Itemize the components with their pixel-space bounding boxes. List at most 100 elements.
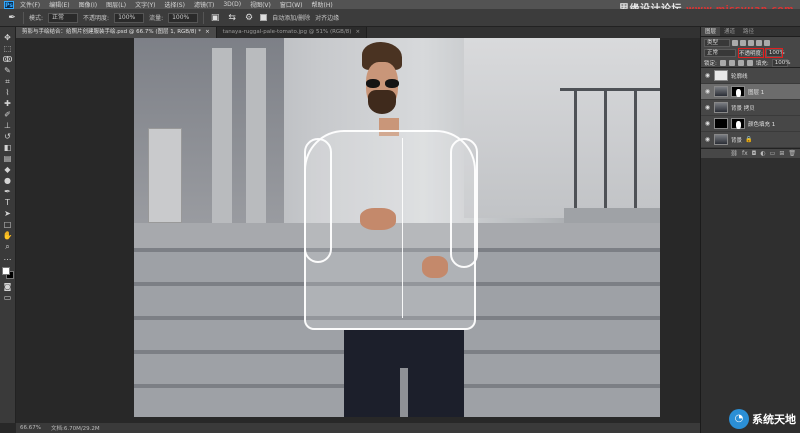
- path-select-tool-icon[interactable]: ➤: [2, 209, 14, 219]
- marquee-tool-icon[interactable]: ⬚: [2, 44, 14, 54]
- blur-tool-icon[interactable]: ◆: [2, 165, 14, 175]
- layer-row[interactable]: ◉ 背景 🔒: [701, 132, 800, 148]
- opacity-field[interactable]: 100%: [114, 12, 145, 23]
- blend-mode-select[interactable]: 正常: [704, 49, 736, 57]
- document-canvas[interactable]: [134, 38, 660, 417]
- eye-icon[interactable]: ◉: [704, 104, 711, 111]
- gradient-tool-icon[interactable]: ▤: [2, 154, 14, 164]
- quick-mask-icon[interactable]: ◙: [2, 282, 14, 292]
- layer-mask-thumbnail[interactable]: [731, 86, 745, 97]
- fx-icon[interactable]: fx: [742, 150, 748, 157]
- layer-name: 背景: [731, 137, 743, 144]
- quick-select-tool-icon[interactable]: ✎: [2, 66, 14, 76]
- flow-field[interactable]: 100%: [168, 12, 199, 23]
- opacity-field[interactable]: 100%: [764, 48, 785, 58]
- path-ops-icon[interactable]: ▣: [209, 12, 221, 24]
- layers-dock: 图层 通道 路径 类型 正常 不透明度: 100% 锁定: 填充: 100% ◉…: [700, 27, 800, 433]
- stamp-tool-icon[interactable]: ⊥: [2, 121, 14, 131]
- brush-tool-icon[interactable]: ✐: [2, 110, 14, 120]
- status-bar: 66.67% 文档:6.70M/29.2M: [16, 423, 700, 433]
- lock-row: 锁定: 填充: 100%: [701, 58, 800, 68]
- layer-row[interactable]: ◉ 图层 1: [701, 84, 800, 100]
- tab-paths[interactable]: 路径: [739, 27, 758, 36]
- healing-tool-icon[interactable]: ✚: [2, 99, 14, 109]
- link-icon[interactable]: ⛓: [730, 150, 738, 157]
- menu-3d[interactable]: 3D(D): [223, 1, 241, 8]
- adjustment-filter-icon[interactable]: [740, 39, 746, 46]
- eye-icon[interactable]: ◉: [704, 88, 711, 95]
- lock-transparent-icon[interactable]: [719, 59, 726, 66]
- sunglasses: [364, 79, 402, 88]
- eye-icon[interactable]: ◉: [704, 120, 711, 127]
- dodge-tool-icon[interactable]: ●: [2, 176, 14, 186]
- pixel-filter-icon[interactable]: [732, 39, 738, 46]
- gear-icon[interactable]: ⚙: [243, 12, 255, 24]
- shape-filter-icon[interactable]: [756, 39, 762, 46]
- menu-type[interactable]: 文字(Y): [135, 0, 155, 9]
- adjustment-layer-icon[interactable]: ◐: [760, 150, 765, 157]
- menu-view[interactable]: 视图(V): [250, 0, 271, 9]
- menu-image[interactable]: 图像(I): [79, 0, 97, 9]
- layer-name: 轮廓线: [731, 73, 748, 80]
- move-tool-icon[interactable]: ✥: [2, 33, 14, 43]
- tab-label: tanaya-ruggal-pale-tomato.jpg @ 51% (RGB…: [222, 29, 352, 35]
- folder-icon[interactable]: ▭: [770, 150, 776, 157]
- rectangle-tool-icon[interactable]: □: [2, 220, 14, 230]
- add-mask-icon[interactable]: ◘: [752, 150, 757, 157]
- menu-select[interactable]: 选择(S): [164, 0, 185, 9]
- layer-name: 图层 1: [748, 89, 765, 96]
- layer-thumbnail: [714, 102, 728, 113]
- layer-filter-select[interactable]: 类型: [704, 38, 730, 47]
- pen-tool-icon[interactable]: ✒: [2, 187, 14, 197]
- smart-object-filter-icon[interactable]: [764, 39, 770, 46]
- zoom-tool-icon[interactable]: ⌕: [2, 242, 14, 252]
- new-layer-icon[interactable]: ⊞: [779, 150, 784, 157]
- layer-row[interactable]: ◉ 背景 拷贝: [701, 100, 800, 116]
- tab-document-1[interactable]: 剪影与手绘结合：给照片创建服装手绘.psd @ 66.7% (图层 1, RGB…: [16, 27, 217, 38]
- color-swatches[interactable]: [1, 267, 14, 279]
- blend-row: 正常 不透明度: 100%: [701, 48, 800, 58]
- menu-bar: Ps 文件(F) 编辑(E) 图像(I) 图层(L) 文字(Y) 选择(S) 滤…: [0, 0, 800, 15]
- close-icon[interactable]: ×: [355, 29, 360, 35]
- lock-position-icon[interactable]: [737, 59, 744, 66]
- menu-edit[interactable]: 编辑(E): [49, 0, 69, 9]
- auto-add-checkbox[interactable]: [260, 14, 268, 21]
- crop-tool-icon[interactable]: ⌗: [2, 77, 14, 87]
- path-align-icon[interactable]: ⇆: [226, 12, 238, 24]
- canvas-area[interactable]: [16, 38, 700, 423]
- eye-icon[interactable]: ◉: [704, 72, 711, 79]
- trash-icon[interactable]: 🗑: [788, 150, 796, 157]
- menu-help[interactable]: 帮助(H): [312, 0, 333, 9]
- hand-tool-icon[interactable]: ✋: [2, 231, 14, 241]
- tab-channels[interactable]: 通道: [720, 27, 739, 36]
- tab-layers[interactable]: 图层: [701, 27, 721, 36]
- fill-field[interactable]: 100%: [771, 58, 790, 67]
- eye-icon[interactable]: ◉: [704, 136, 711, 143]
- divider: [23, 11, 24, 24]
- layer-row[interactable]: ◉ 颜色填充 1: [701, 116, 800, 132]
- menu-layer[interactable]: 图层(L): [106, 0, 126, 9]
- history-brush-icon[interactable]: ↺: [2, 132, 14, 142]
- foreground-color[interactable]: [1, 267, 10, 275]
- lock-label: 锁定:: [704, 60, 717, 67]
- tab-document-2[interactable]: tanaya-ruggal-pale-tomato.jpg @ 51% (RGB…: [216, 27, 368, 38]
- screen-mode-icon[interactable]: ▭: [2, 293, 14, 303]
- type-tool-icon[interactable]: T: [2, 198, 14, 208]
- close-icon[interactable]: ×: [205, 29, 210, 35]
- zoom-level[interactable]: 66.67%: [20, 425, 41, 431]
- pen-tool-icon[interactable]: ✒: [6, 12, 18, 24]
- menu-window[interactable]: 窗口(W): [280, 0, 303, 9]
- menu-filter[interactable]: 滤镜(T): [194, 0, 214, 9]
- more-tools-icon[interactable]: …: [2, 253, 14, 263]
- eraser-tool-icon[interactable]: ◧: [2, 143, 14, 153]
- eyedropper-tool-icon[interactable]: ⌇: [2, 88, 14, 98]
- layer-row[interactable]: ◉ 轮廓线: [701, 68, 800, 84]
- type-filter-icon[interactable]: [748, 39, 754, 46]
- lock-icon[interactable]: [746, 59, 753, 66]
- mode-select[interactable]: 正常: [48, 12, 79, 23]
- layer-mask-thumbnail[interactable]: [731, 118, 745, 129]
- lasso-tool-icon[interactable]: ↂ: [2, 55, 14, 65]
- lock-image-icon[interactable]: [728, 59, 735, 66]
- menu-file[interactable]: 文件(F): [20, 0, 40, 9]
- sunglass-lens: [385, 79, 399, 88]
